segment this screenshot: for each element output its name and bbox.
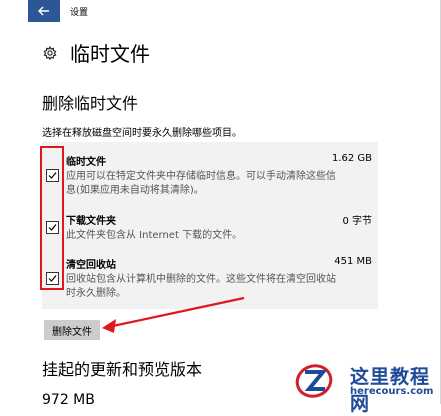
description-line: 此文件夹包含从 Internet 下载的文件。 — [66, 230, 243, 241]
instruction-text: 选择在释放磁盘空间时要永久删除哪些项目。 — [42, 128, 242, 139]
item-name: 下载文件夹 — [66, 216, 116, 227]
page-title: 临时文件 — [70, 42, 150, 66]
description-line: 回收站包含从计算机中删除的文件。这些文件将在清空回收站 — [66, 274, 336, 285]
item-description: 应用可以在特定文件夹中存储临时信息。可以手动清除这些信 息(如果应用未自动将其清… — [66, 170, 372, 198]
list-item-temp-files: 临时文件 1.62 GB 应用可以在特定文件夹中存储临时信息。可以手动清除这些信… — [46, 153, 372, 198]
pending-updates-title: 挂起的更新和预览版本 — [42, 360, 203, 379]
item-description: 回收站包含从计算机中删除的文件。这些文件将在清空回收站 时永久删除。 — [66, 273, 372, 301]
item-name: 清空回收站 — [66, 260, 116, 271]
item-size: 0 字节 — [342, 216, 372, 227]
back-button[interactable] — [28, 0, 60, 22]
delete-files-button[interactable]: 删除文件 — [44, 320, 100, 340]
checkbox-highlight-box — [40, 146, 64, 290]
item-size: 451 MB — [334, 256, 372, 267]
temp-files-list: 临时文件 1.62 GB 应用可以在特定文件夹中存储临时信息。可以手动清除这些信… — [42, 142, 378, 309]
watermark-logo-icon — [295, 364, 333, 398]
item-name: 临时文件 — [66, 157, 106, 168]
page-header: 临时文件 — [42, 38, 150, 67]
description-line: 应用可以在特定文件夹中存储临时信息。可以手动清除这些信 — [66, 171, 336, 182]
gear-icon — [42, 45, 58, 61]
watermark-site: herecours.com — [350, 386, 434, 397]
section-title: 删除临时文件 — [42, 94, 139, 113]
window-title: 设置 — [70, 8, 89, 18]
list-item-downloads: 下载文件夹 0 字节 此文件夹包含从 Internet 下载的文件。 — [46, 212, 372, 243]
watermark: 这里教程网 herecours.com — [290, 358, 441, 415]
description-line: 息(如果应用未自动将其清除)。 — [66, 185, 204, 196]
list-item-recycle-bin: 清空回收站 451 MB 回收站包含从计算机中删除的文件。这些文件将在清空回收站… — [46, 256, 372, 301]
back-arrow-icon — [38, 6, 49, 16]
item-size: 1.62 GB — [331, 153, 372, 164]
pending-updates-size: 972 MB — [42, 392, 95, 408]
title-bar: 设置 — [0, 0, 441, 22]
description-line: 时永久删除。 — [66, 288, 126, 299]
item-description: 此文件夹包含从 Internet 下载的文件。 — [66, 229, 372, 243]
